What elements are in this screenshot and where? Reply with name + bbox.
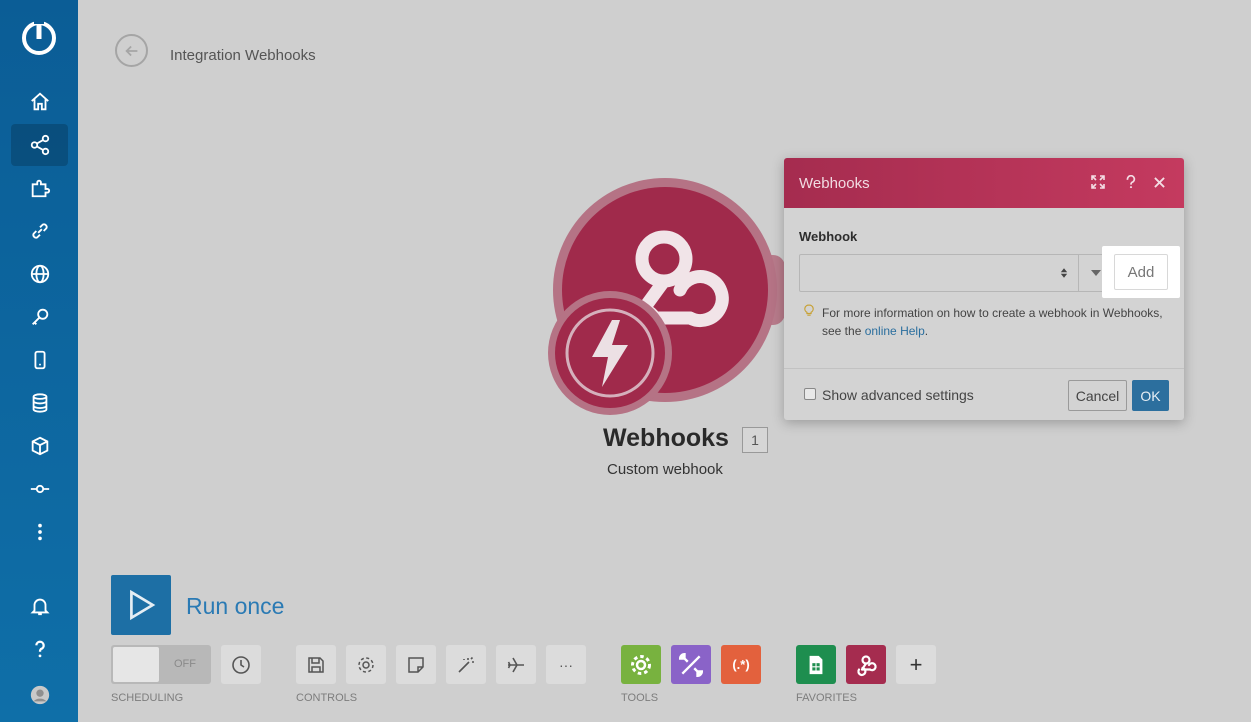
close-icon[interactable] <box>1154 175 1165 191</box>
auto-align-button[interactable] <box>446 645 486 684</box>
sort-arrows-icon <box>1060 268 1068 278</box>
save-button[interactable] <box>296 645 336 684</box>
scheduling-label: SCHEDULING <box>111 692 184 704</box>
question-icon <box>34 640 45 658</box>
key-icon <box>31 308 48 325</box>
tools-flow-control-button[interactable] <box>621 645 661 684</box>
gear-icon <box>358 656 374 673</box>
avatar <box>30 685 49 705</box>
play-icon <box>130 589 156 621</box>
sidebar-item-devices[interactable] <box>11 339 68 381</box>
tools-label: TOOLS <box>621 692 659 704</box>
help-icon[interactable] <box>1125 174 1137 192</box>
scheduling-toggle[interactable] <box>111 645 211 684</box>
sidebar-item-scenarios[interactable] <box>11 124 68 166</box>
sidebar-item-keys[interactable] <box>11 296 68 338</box>
controls-label: CONTROLS <box>296 692 358 704</box>
wrench-screwdriver-icon <box>678 652 704 677</box>
more-vertical-icon <box>37 523 42 541</box>
sidebar-item-help[interactable] <box>11 628 68 670</box>
add-favorite-button[interactable]: + <box>896 645 936 684</box>
puzzle-icon <box>31 179 50 198</box>
lightbulb-icon <box>804 304 814 323</box>
save-icon <box>308 656 324 673</box>
sidebar <box>0 0 78 722</box>
run-once-label[interactable]: Run once <box>186 593 284 620</box>
sidebar-item-datastores[interactable] <box>11 382 68 424</box>
dialog-divider <box>784 368 1184 369</box>
magic-wand-icon <box>458 656 474 673</box>
airplane-icon <box>507 657 524 672</box>
note-icon <box>408 656 424 673</box>
home-icon <box>30 92 49 111</box>
advanced-settings-label[interactable]: Show advanced settings <box>822 387 974 403</box>
favorites-label: FAVORITES <box>796 692 857 704</box>
cancel-button[interactable]: Cancel <box>1068 380 1127 411</box>
schedule-button[interactable] <box>221 645 261 684</box>
clock-icon <box>232 655 250 674</box>
google-sheets-icon <box>809 655 823 674</box>
advanced-settings-checkbox[interactable] <box>804 388 816 400</box>
webhook-select[interactable] <box>799 254 1079 292</box>
page-title: Integration Webhooks <box>170 47 316 64</box>
share-nodes-icon <box>30 134 49 156</box>
text-parser-icon: (.*) <box>732 657 750 672</box>
make-logo-icon[interactable] <box>20 19 58 57</box>
sidebar-item-templates[interactable] <box>11 167 68 209</box>
sidebar-item-notifications[interactable] <box>11 585 68 627</box>
bell-icon <box>29 598 50 616</box>
favorite-google-sheets-button[interactable] <box>796 645 836 684</box>
dialog-title: Webhooks <box>799 175 870 192</box>
toggle-knob <box>113 647 159 682</box>
ok-button[interactable]: OK <box>1132 380 1169 411</box>
sidebar-item-profile[interactable] <box>11 674 68 716</box>
webhook-field-label: Webhook <box>799 229 858 244</box>
add-webhook-highlight: Add <box>1102 246 1180 298</box>
module-count-badge: 1 <box>742 427 768 453</box>
arrow-left-icon <box>124 45 137 56</box>
back-button[interactable] <box>115 34 148 67</box>
globe-icon <box>30 264 49 284</box>
webhooks-module[interactable] <box>540 175 800 415</box>
sidebar-item-connections[interactable] <box>11 210 68 252</box>
toggle-state-label: OFF <box>174 658 196 670</box>
webhooks-dialog: Webhooks Webhook Add For more informatio… <box>784 158 1184 420</box>
module-title: Webhooks <box>603 424 729 452</box>
explain-flow-button[interactable] <box>496 645 536 684</box>
webhook-icon <box>857 654 877 676</box>
settings-button[interactable] <box>346 645 386 684</box>
help-hint: For more information on how to create a … <box>822 304 1172 340</box>
sidebar-item-datastructures[interactable] <box>11 425 68 467</box>
more-controls-button[interactable]: ··· <box>546 645 586 684</box>
mobile-icon <box>34 350 45 370</box>
sidebar-item-more[interactable] <box>11 511 68 553</box>
hint-end: . <box>924 324 929 338</box>
caret-down-icon <box>1090 270 1101 276</box>
tools-button[interactable] <box>671 645 711 684</box>
cube-icon <box>31 436 48 456</box>
run-once-button[interactable] <box>111 575 171 635</box>
favorite-webhooks-button[interactable] <box>846 645 886 684</box>
expand-icon[interactable] <box>1091 175 1105 192</box>
sidebar-item-flow[interactable] <box>11 468 68 510</box>
module-subtitle: Custom webhook <box>607 461 723 478</box>
text-parser-button[interactable]: (.*) <box>721 645 761 684</box>
link-icon <box>31 223 48 239</box>
commit-icon <box>30 484 49 494</box>
gear-icon <box>631 654 651 675</box>
database-icon <box>32 393 47 413</box>
add-webhook-button[interactable]: Add <box>1114 254 1168 290</box>
online-help-link[interactable]: online Help <box>865 324 925 338</box>
sidebar-item-home[interactable] <box>11 81 68 123</box>
sidebar-item-webhooks[interactable] <box>11 253 68 295</box>
notes-button[interactable] <box>396 645 436 684</box>
dialog-header: Webhooks <box>784 158 1184 208</box>
